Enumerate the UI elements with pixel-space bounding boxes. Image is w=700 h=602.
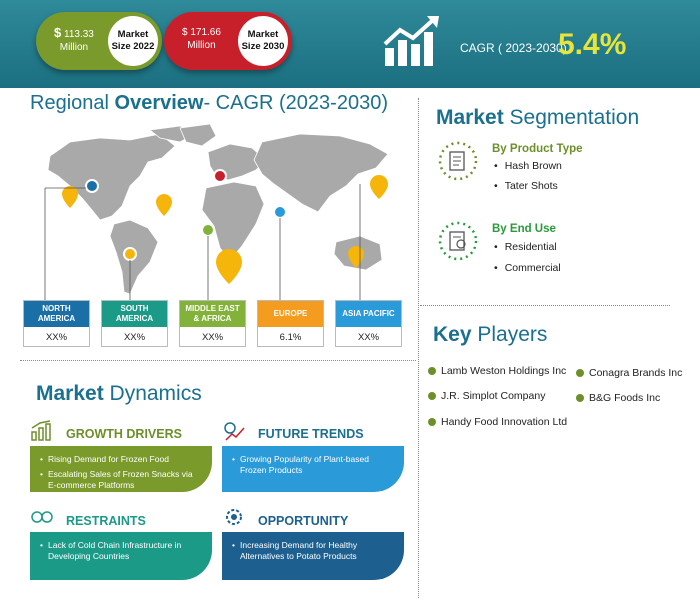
region-north-america-value: XX%: [45, 331, 68, 343]
region-north-america: NORTH AMERICA XX%: [23, 300, 90, 347]
restraints-icon: [31, 511, 53, 523]
growth-driver-item: Rising Demand for Frozen Food: [40, 454, 202, 465]
product-type-icon: [438, 141, 478, 181]
market-size-2030-value: $ 171.66 Million: [182, 27, 221, 51]
opportunity-box: Increasing Demand for Healthy Alternativ…: [222, 532, 404, 580]
restraints-box: Lack of Cold Chain Infrastructure in Dev…: [30, 532, 212, 580]
region-asia-pacific-name: ASIA PACIFIC: [336, 301, 401, 327]
restraints-heading: RESTRAINTS: [66, 514, 146, 528]
region-middle-east-africa: MIDDLE EAST & AFRICA XX%: [179, 300, 246, 347]
future-trends-box: Growing Popularity of Plant-based Frozen…: [222, 446, 404, 492]
segment-item: Commercial: [494, 262, 561, 274]
growth-drivers-heading: GROWTH DRIVERS: [66, 427, 182, 441]
market-size-2022-label: Market Size 2022: [108, 16, 158, 66]
end-use-icon: [438, 221, 478, 261]
growth-drivers-box: Rising Demand for Frozen Food Escalating…: [30, 446, 212, 492]
opportunity-item: Increasing Demand for Healthy Alternativ…: [232, 540, 394, 562]
region-middle-east-africa-value: XX%: [201, 331, 224, 343]
south-america-marker: [123, 247, 137, 261]
market-size-2030-label: Market Size 2030: [238, 16, 288, 66]
key-player-item: B&G Foods Inc: [576, 392, 660, 404]
region-south-america: SOUTH AMERICA XX%: [101, 300, 168, 347]
north-america-marker: [85, 179, 99, 193]
product-type-heading: By Product Type: [492, 143, 583, 155]
end-use-heading: By End Use: [492, 223, 556, 235]
growth-driver-item: Escalating Sales of Frozen Snacks via E-…: [40, 469, 202, 491]
market-size-2022-value: $ 113.33 Million: [54, 25, 94, 53]
cagr-label: CAGR ( 2023-2030): [460, 41, 567, 55]
opportunity-icon: [226, 509, 242, 525]
region-south-america-value: XX%: [123, 331, 146, 343]
future-trends-icon: [224, 422, 245, 441]
segmentation-title: Market Segmentation: [436, 106, 640, 129]
region-asia-pacific-value: XX%: [357, 331, 380, 343]
restraint-item: Lack of Cold Chain Infrastructure in Dev…: [40, 540, 202, 562]
key-player-item: Lamb Weston Holdings Inc: [428, 365, 566, 377]
region-europe-name: EUROPE: [258, 301, 323, 327]
middle-east-africa-marker: [201, 223, 215, 237]
region-europe-value: 6.1%: [279, 331, 302, 343]
region-south-america-name: SOUTH AMERICA: [102, 301, 167, 327]
europe-marker: [213, 169, 227, 183]
cagr-value: 5.4%: [558, 28, 627, 61]
region-north-america-name: NORTH AMERICA: [24, 301, 89, 327]
future-trends-heading: FUTURE TRENDS: [258, 427, 364, 441]
key-player-item: Handy Food Innovation Ltd: [428, 416, 567, 428]
key-player-item: J.R. Simplot Company: [428, 390, 545, 402]
region-europe: EUROPE 6.1%: [257, 300, 324, 347]
dynamics-title: Market Dynamics: [36, 382, 202, 405]
growth-drivers-icon: [31, 420, 51, 441]
opportunity-heading: OPPORTUNITY: [258, 514, 349, 528]
vertical-divider: [418, 98, 419, 598]
region-asia-pacific: ASIA PACIFIC XX%: [335, 300, 402, 347]
growth-chart-icon: [383, 16, 439, 66]
top-banner: $ 113.33 Million Market Size 2022 $ 171.6…: [0, 0, 700, 88]
segment-item: Residential: [494, 241, 557, 253]
segmentation-divider: [420, 305, 670, 306]
market-size-2022-pill: $ 113.33 Million Market Size 2022: [36, 12, 162, 70]
key-players-title: Key Players: [433, 323, 548, 346]
region-middle-east-africa-name: MIDDLE EAST & AFRICA: [180, 301, 245, 327]
segment-item: Tater Shots: [494, 180, 558, 192]
key-player-item: Conagra Brands Inc: [576, 367, 682, 379]
dynamics-divider: [20, 360, 416, 361]
regional-title: Regional Overview- CAGR (2023-2030): [30, 92, 388, 114]
market-size-2030-pill: $ 171.66 Million Market Size 2030: [164, 12, 292, 70]
future-trend-item: Growing Popularity of Plant-based Frozen…: [232, 454, 394, 476]
world-map: [44, 124, 389, 300]
asia-pacific-marker: [273, 205, 287, 219]
segment-item: Hash Brown: [494, 160, 562, 172]
